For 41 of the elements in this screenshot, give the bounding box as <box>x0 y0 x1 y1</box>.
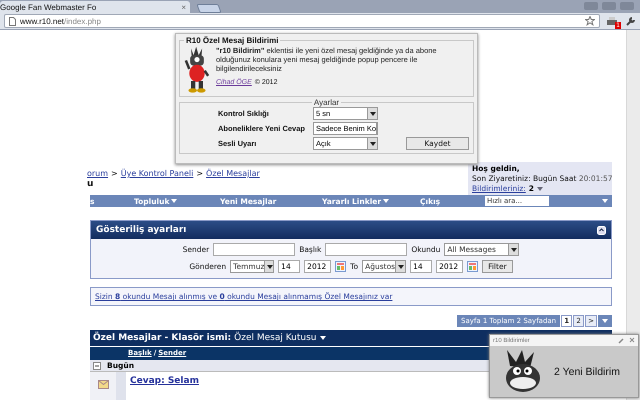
grinning-mascot-icon <box>504 350 542 394</box>
breadcrumb-link[interactable]: orum <box>87 169 108 178</box>
breadcrumb-link[interactable]: Özel Mesajlar <box>206 169 260 178</box>
title-field[interactable] <box>325 243 408 256</box>
close-icon[interactable] <box>629 337 635 343</box>
caret-icon <box>398 264 404 269</box>
tab-close[interactable]: × <box>181 2 186 12</box>
caret-icon <box>171 199 178 204</box>
popup-title: R10 Özel Mesaj Bildirimi <box>185 36 280 45</box>
page-icon <box>9 16 16 26</box>
caret-icon <box>383 199 390 204</box>
calendar-icon[interactable] <box>467 261 478 272</box>
panel-title: Gösteriliş ayarları <box>96 225 186 236</box>
breadcrumb-link[interactable]: Üye Kontrol Paneli <box>120 169 194 178</box>
caret-icon <box>370 142 376 146</box>
sender-field[interactable] <box>213 243 296 256</box>
folder-name[interactable]: Özel Mesaj Kutusu <box>234 333 316 344</box>
calendar-icon[interactable] <box>335 261 346 272</box>
browser-tab[interactable]: Google Fan Webmaster Fo × <box>0 1 190 13</box>
printer-icon[interactable] <box>606 16 619 26</box>
collapse-icon[interactable] <box>93 362 101 370</box>
address-bar[interactable]: www.r10.net/index.php <box>4 14 600 28</box>
new-tab-button[interactable] <box>196 4 222 13</box>
mascot-drawing <box>184 45 210 93</box>
caret-icon <box>320 336 326 340</box>
settings-title: Ayarlar <box>312 98 340 107</box>
breadcrumb-separator: > <box>196 169 204 178</box>
caret-icon <box>602 319 608 324</box>
caret-icon <box>602 199 608 204</box>
messages-title: Özel Mesajlar - Klasör ismi: <box>93 333 232 344</box>
message-link[interactable]: Cevap: Selam <box>130 376 199 386</box>
star-icon[interactable] <box>585 16 595 26</box>
notification-text: 2 Yeni Bildirim <box>554 366 620 378</box>
page-menu-button[interactable] <box>598 315 612 328</box>
caret-icon <box>266 264 273 269</box>
envelope-icon <box>98 380 108 390</box>
caret-icon <box>370 112 376 116</box>
caret-icon <box>510 248 517 252</box>
breadcrumb-separator: > <box>111 169 118 178</box>
page-title: u <box>87 179 94 189</box>
caret-icon <box>537 186 544 190</box>
